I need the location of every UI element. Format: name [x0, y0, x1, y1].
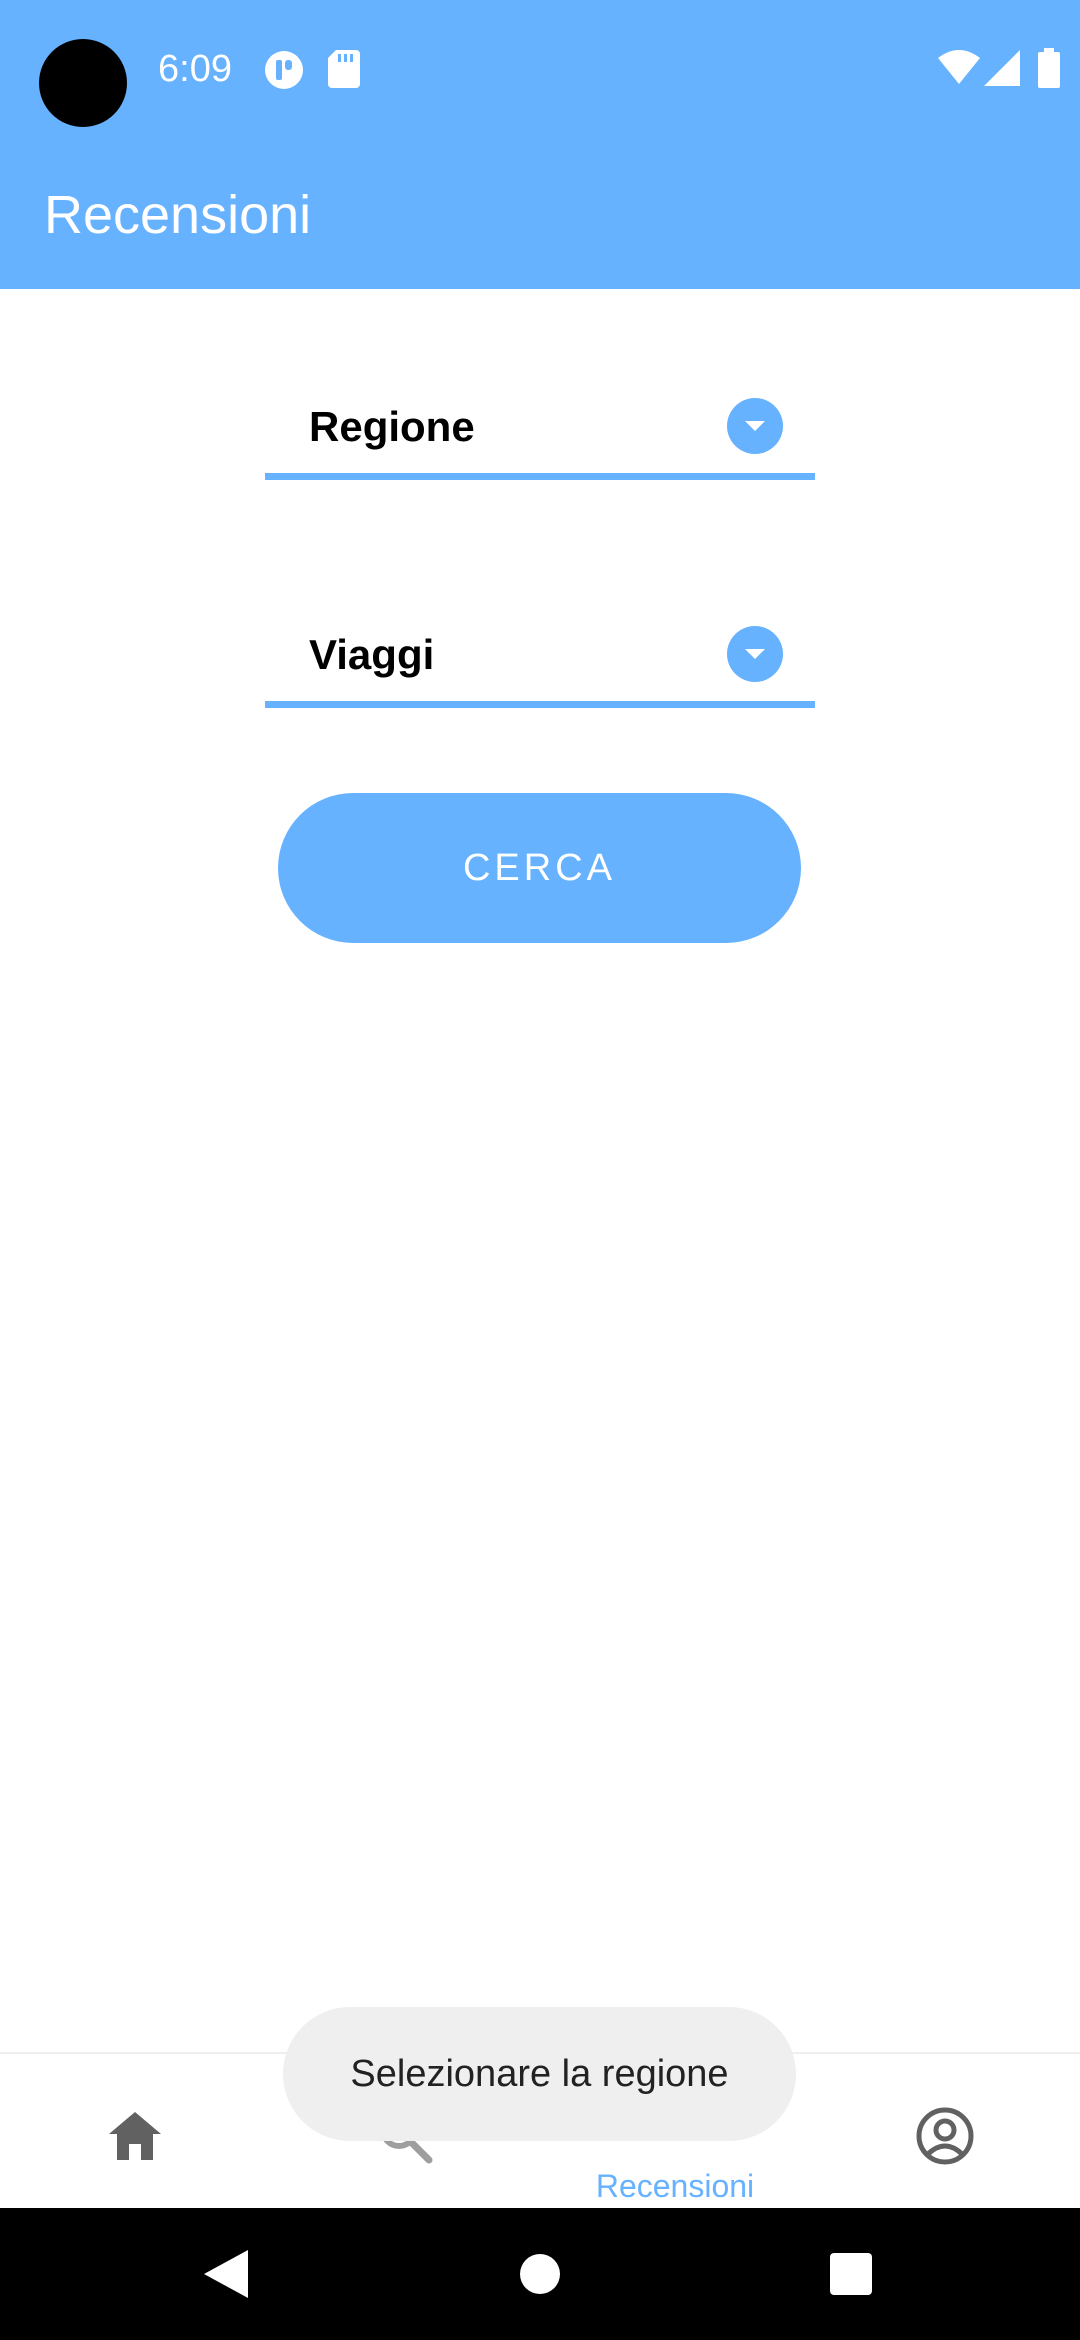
- dropdown-underline: [265, 701, 815, 708]
- battery-icon: [1038, 48, 1060, 88]
- chevron-down-icon: [727, 398, 783, 454]
- back-icon[interactable]: [204, 2250, 248, 2298]
- recents-square-icon[interactable]: [830, 2250, 872, 2298]
- status-time: 6:09: [158, 48, 232, 90]
- nav-item-account[interactable]: [810, 2054, 1080, 2210]
- region-dropdown-label: Regione: [309, 403, 475, 450]
- page-title: Recensioni: [44, 185, 312, 245]
- app-notification-icon: [265, 51, 303, 89]
- nav-item-label: Recensioni: [595, 2168, 755, 2204]
- trips-dropdown-label: Viaggi: [309, 631, 435, 678]
- chevron-down-icon: [727, 626, 783, 682]
- search-button[interactable]: CERCA: [278, 793, 801, 943]
- system-navigation-bar: [0, 2208, 1080, 2340]
- home-icon: [109, 2112, 161, 2160]
- wifi-icon: [938, 50, 980, 84]
- region-dropdown[interactable]: Regione: [265, 370, 815, 480]
- toast-message: Selezionare la regione: [283, 2007, 796, 2141]
- dropdown-underline: [265, 473, 815, 480]
- camera-cutout: [39, 39, 127, 127]
- trips-dropdown[interactable]: Viaggi: [265, 598, 815, 708]
- cellular-signal-icon: [984, 50, 1020, 86]
- header: 6:09 Recensioni: [0, 0, 1080, 289]
- sd-card-icon: [328, 50, 360, 88]
- home-circle-icon[interactable]: [520, 2250, 560, 2298]
- account-circle-icon: [916, 2107, 974, 2165]
- nav-item-home[interactable]: [0, 2054, 270, 2210]
- screen: 6:09 Recensioni Regione Viaggi CERCA Rec…: [0, 0, 1080, 2340]
